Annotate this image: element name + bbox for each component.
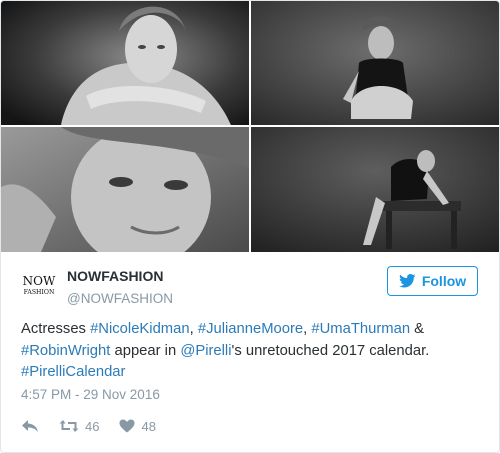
- retweet-count: 46: [85, 418, 100, 434]
- nowfashion-logo-icon: NOW FASHION: [21, 268, 57, 304]
- author-screen-name[interactable]: @NOWFASHION: [67, 290, 173, 308]
- heart-icon: [119, 419, 135, 433]
- photo-4[interactable]: [251, 127, 499, 252]
- photo-3-image: [1, 127, 249, 252]
- photo-grid: [1, 1, 499, 252]
- hashtag-link[interactable]: #JulianneMoore: [198, 321, 303, 337]
- photo-2-image: [251, 1, 499, 125]
- photo-4-image: [251, 127, 499, 252]
- retweet-icon: [59, 420, 79, 432]
- svg-text:NOW: NOW: [23, 274, 56, 288]
- reply-button[interactable]: [21, 418, 39, 434]
- reply-icon: [22, 420, 38, 432]
- tweet-text-segment: &: [410, 321, 425, 337]
- embedded-tweet: NOW FASHION NOWFASHION @NOWFASHION Follo…: [0, 0, 500, 453]
- avatar[interactable]: NOW FASHION: [21, 268, 57, 304]
- hashtag-link[interactable]: #NicoleKidman: [90, 321, 190, 337]
- hashtag-link[interactable]: #UmaThurman: [311, 321, 410, 337]
- photo-2[interactable]: [251, 1, 499, 125]
- tweet-text-segment: appear in: [110, 342, 181, 359]
- author-display-name[interactable]: NOWFASHION: [67, 267, 173, 285]
- tweet-text-segment: Actresses: [21, 321, 91, 337]
- hashtag-link[interactable]: #RobinWright: [21, 343, 110, 359]
- follow-button[interactable]: Follow: [387, 266, 478, 296]
- hashtag-link[interactable]: #PirelliCalendar: [21, 364, 125, 380]
- like-button[interactable]: 48: [119, 418, 156, 434]
- follow-button-label: Follow: [421, 273, 467, 289]
- twitter-bird-icon: [398, 274, 416, 288]
- tweet-actions: 46 48: [21, 417, 176, 435]
- tweet-header: NOW FASHION NOWFASHION @NOWFASHION Follo…: [21, 264, 479, 308]
- tweet-timestamp[interactable]: 4:57 PM - 29 Nov 2016: [21, 387, 160, 402]
- photo-1[interactable]: [1, 1, 249, 125]
- tweet-text-segment: ,: [189, 321, 198, 337]
- photo-3[interactable]: [1, 127, 249, 252]
- tweet-text: Actresses #NicoleKidman, #JulianneMoore,…: [21, 319, 481, 384]
- svg-text:FASHION: FASHION: [24, 289, 55, 296]
- tweet-text-segment: 's unretouched 2017 calendar.: [231, 342, 430, 359]
- author-names[interactable]: NOWFASHION @NOWFASHION: [67, 267, 173, 308]
- photo-1-image: [1, 1, 249, 125]
- mention-link[interactable]: @Pirelli: [180, 343, 231, 359]
- like-count: 48: [141, 418, 156, 434]
- retweet-button[interactable]: 46: [59, 419, 99, 434]
